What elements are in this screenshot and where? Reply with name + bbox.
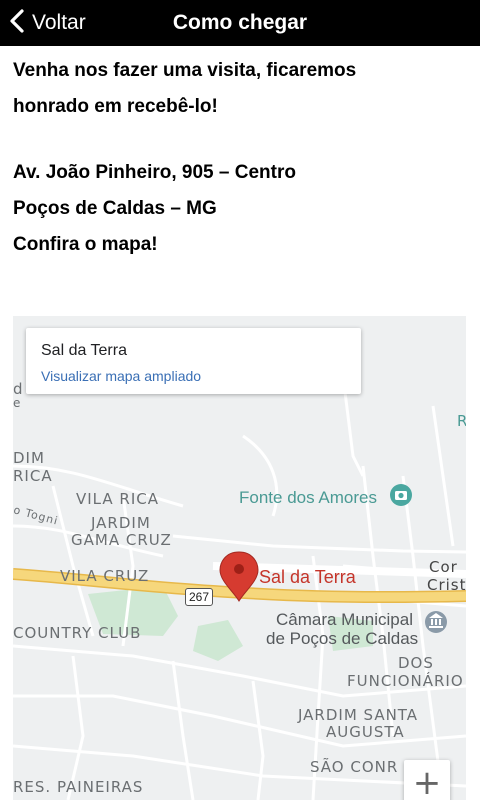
map-label-dos: DOS (398, 654, 434, 672)
poi-camara-line2[interactable]: de Poços de Caldas (266, 629, 418, 649)
map-label-gama-cruz: GAMA CRUZ (71, 531, 172, 549)
map-label-e: e (13, 396, 22, 410)
road-shield-267: 267 (185, 588, 213, 606)
place-name: Sal da Terra (41, 342, 127, 359)
address-city: Poços de Caldas – MG (13, 198, 217, 219)
poi-camara-line1[interactable]: Câmara Municipal (276, 610, 413, 630)
welcome-line-2: honrado em recebê-lo! (13, 96, 218, 117)
place-info-card: Sal da Terra Visualizar mapa ampliado (26, 328, 361, 394)
back-button[interactable]: Voltar (8, 0, 86, 46)
map-label-vila-rica: VILA RICA (76, 490, 159, 508)
map-label-dim: DIM (13, 449, 45, 467)
view-larger-map-link[interactable]: Visualizar mapa ampliado (41, 368, 201, 384)
map-label-jardim: JARDIM (91, 514, 151, 532)
map-label-funcionarios: FUNCIONÁRIO (347, 672, 464, 690)
welcome-line-1: Venha nos fazer uma visita, ficaremos (13, 60, 357, 81)
map-label-sao-conrado: SÃO CONR (310, 758, 399, 776)
top-nav-bar: Voltar Como chegar (0, 0, 480, 46)
address-street: Av. João Pinheiro, 905 – Centro (13, 162, 296, 183)
embedded-map[interactable]: DIM RICA d e R o Togni VILA RICA JARDIM … (13, 316, 466, 800)
map-label-augusta: AUGUSTA (326, 723, 405, 741)
chevron-left-icon (8, 8, 26, 39)
pin-label[interactable]: Sal da Terra (259, 567, 356, 588)
map-label-centro-1: Cor (429, 558, 458, 576)
poi-fonte-dos-amores[interactable]: Fonte dos Amores (239, 488, 377, 508)
map-label-rica: RICA (13, 467, 53, 485)
map-label-res-paineiras: RES. PAINEIRAS (13, 778, 144, 796)
map-label-country-club: COUNTRY CLUB (13, 624, 142, 642)
map-cta: Confira o mapa! (13, 234, 158, 255)
map-label-r: R (457, 412, 466, 430)
directions-text: Venha nos fazer uma visita, ficaremos ho… (13, 53, 473, 263)
map-label-jardim-santa: JARDIM SANTA (298, 706, 419, 724)
map-label-vila-cruz: VILA CRUZ (60, 567, 150, 585)
plus-icon: + (412, 763, 442, 800)
back-label: Voltar (32, 11, 86, 34)
zoom-in-button[interactable]: + (404, 760, 450, 800)
map-label-centro-2: Crista (427, 576, 466, 594)
